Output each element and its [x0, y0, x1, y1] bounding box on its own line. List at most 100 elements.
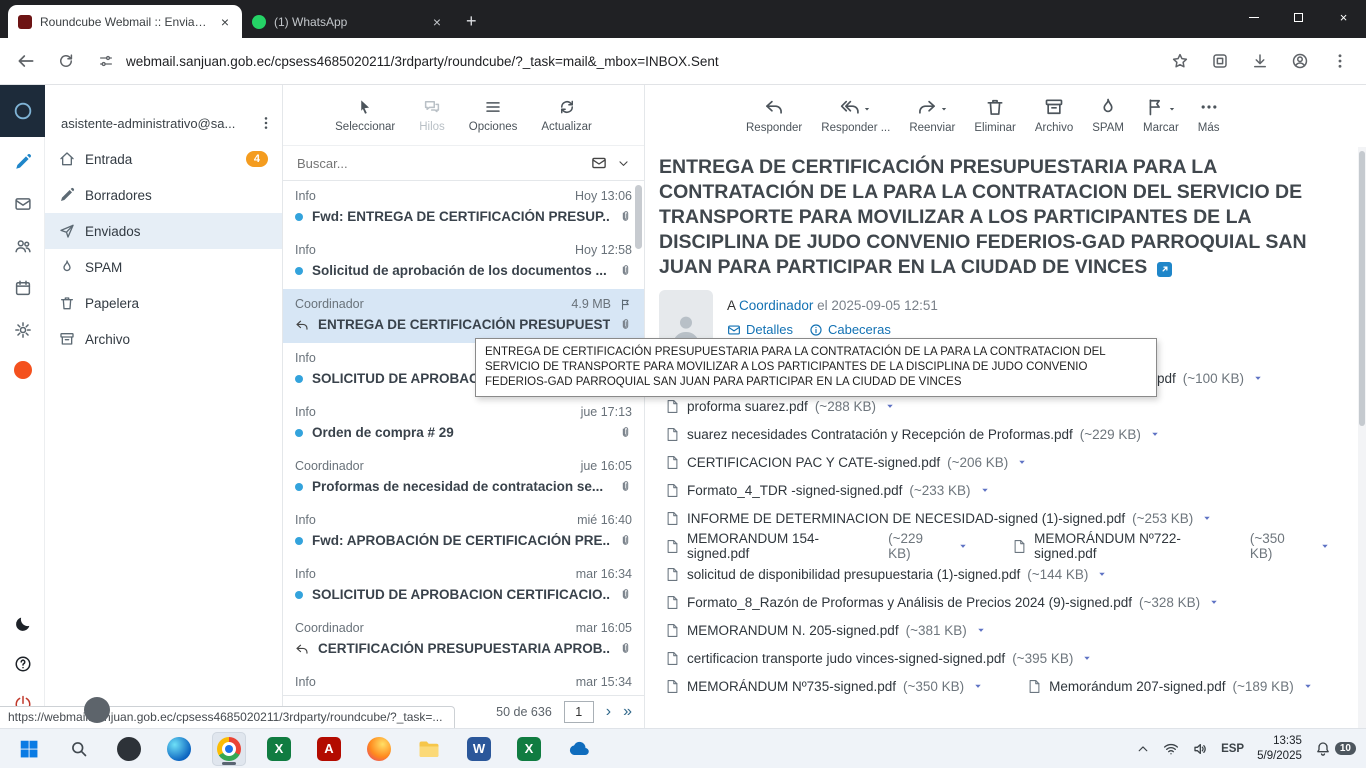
mark-button[interactable]: Marcar	[1134, 97, 1188, 134]
folder-enviados[interactable]: Enviados	[45, 213, 282, 249]
attachment-menu-caret-icon[interactable]	[1017, 457, 1027, 467]
file-explorer-icon[interactable]	[412, 732, 446, 766]
wifi-icon[interactable]	[1163, 741, 1179, 757]
attachment-menu-caret-icon[interactable]	[1097, 569, 1107, 579]
message-row[interactable]: Infojue 17:13 Orden de compra # 29	[283, 397, 644, 451]
folder-entrada[interactable]: Entrada 4	[45, 141, 282, 177]
attachment-item[interactable]: MEMORÁNDUM Nº735-signed.pdf(~350 KB)	[665, 679, 983, 694]
back-button[interactable]	[8, 44, 44, 78]
language-indicator[interactable]: ESP	[1221, 743, 1244, 755]
last-page-button[interactable]: »	[623, 704, 632, 720]
next-page-button[interactable]: ›	[606, 704, 611, 720]
downloads-icon[interactable]	[1242, 44, 1278, 78]
account-menu-icon[interactable]	[258, 115, 274, 131]
attachment-menu-caret-icon[interactable]	[1253, 373, 1263, 383]
attachment-menu-caret-icon[interactable]	[976, 625, 986, 635]
help-icon[interactable]	[0, 655, 45, 673]
mail-nav-icon[interactable]	[0, 195, 45, 213]
start-button[interactable]	[12, 732, 46, 766]
search-input[interactable]	[297, 156, 581, 171]
message-row[interactable]: Coordinadorjue 16:05 Proformas de necesi…	[283, 451, 644, 505]
select-button[interactable]: Seleccionar	[327, 98, 403, 133]
word-icon[interactable]: W	[462, 732, 496, 766]
message-row[interactable]: Infomar 16:34 SOLICITUD DE APROBACION CE…	[283, 559, 644, 613]
address-bar[interactable]: webmail.sanjuan.gob.ec/cpsess4685020211/…	[88, 44, 1158, 78]
message-row[interactable]: Infomar 15:34	[283, 667, 644, 695]
copilot-icon[interactable]	[112, 732, 146, 766]
extensions-icon[interactable]	[1202, 44, 1238, 78]
headers-link[interactable]: Cabeceras	[809, 322, 891, 337]
folder-archivo[interactable]: Archivo	[45, 321, 282, 357]
attachment-menu-caret-icon[interactable]	[973, 681, 983, 691]
attachment-item[interactable]: INFORME DE DETERMINACION DE NECESIDAD-si…	[665, 511, 1212, 526]
message-row-selected[interactable]: Coordinador4.9 MB ENTREGA DE CERTIFICACI…	[283, 289, 644, 343]
attachment-menu-caret-icon[interactable]	[1202, 513, 1212, 523]
delete-button[interactable]: Eliminar	[965, 97, 1025, 134]
dropdown-caret-icon[interactable]	[863, 105, 871, 113]
details-link[interactable]: Detalles	[727, 322, 793, 337]
forward-button[interactable]: Reenviar	[900, 97, 964, 134]
folder-spam[interactable]: SPAM	[45, 249, 282, 285]
more-button[interactable]: Más	[1189, 97, 1229, 134]
folder-borradores[interactable]: Borradores	[45, 177, 282, 213]
taskbar-search-icon[interactable]	[62, 732, 96, 766]
attachment-menu-caret-icon[interactable]	[1150, 429, 1160, 439]
message-row[interactable]: Coordinadormar 16:05 CERTIFICACIÓN PRESU…	[283, 613, 644, 667]
acrobat-icon[interactable]: A	[312, 732, 346, 766]
minimize-button[interactable]	[1231, 0, 1276, 34]
tab-close-icon[interactable]: ×	[218, 15, 232, 29]
message-row[interactable]: Infomié 16:40 Fwd: APROBACIÓN DE CERTIFI…	[283, 505, 644, 559]
recipient-link[interactable]: Coordinador	[739, 298, 813, 313]
browser-menu-icon[interactable]	[1322, 44, 1358, 78]
page-number-input[interactable]	[564, 701, 594, 723]
open-in-new-window-icon[interactable]	[1157, 262, 1172, 277]
message-row[interactable]: InfoHoy 13:06 Fwd: ENTREGA DE CERTIFICAC…	[283, 181, 644, 235]
dark-mode-moon-icon[interactable]	[0, 615, 45, 633]
excel-icon[interactable]: X	[512, 732, 546, 766]
attachment-menu-caret-icon[interactable]	[1209, 597, 1219, 607]
attachment-menu-caret-icon[interactable]	[958, 541, 968, 551]
attachment-item[interactable]: Formato_8_Razón de Proformas y Análisis …	[665, 595, 1219, 610]
tab-close-icon[interactable]: ×	[430, 15, 444, 29]
archive-button[interactable]: Archivo	[1026, 97, 1082, 134]
attachment-item[interactable]: Memorándum 207-signed.pdf(~189 KB)	[1027, 679, 1313, 694]
folder-papelera[interactable]: Papelera	[45, 285, 282, 321]
attachment-menu-caret-icon[interactable]	[980, 485, 990, 495]
floating-widget-button[interactable]	[84, 697, 110, 723]
dropdown-caret-icon[interactable]	[940, 105, 948, 113]
maximize-button[interactable]	[1276, 0, 1321, 34]
dropdown-caret-icon[interactable]	[1168, 105, 1176, 113]
notification-bell[interactable]: 10	[1315, 741, 1356, 757]
spam-button[interactable]: SPAM	[1083, 97, 1133, 134]
attachment-menu-caret-icon[interactable]	[885, 401, 895, 411]
url-text[interactable]: webmail.sanjuan.gob.ec/cpsess4685020211/…	[126, 54, 719, 69]
attachment-item[interactable]: MEMORANDUM N. 205-signed.pdf(~381 KB)	[665, 623, 986, 638]
calendar-nav-icon[interactable]	[0, 279, 45, 297]
new-tab-button[interactable]: +	[454, 11, 489, 38]
flag-icon[interactable]	[619, 298, 632, 311]
hidden-icons-chevron[interactable]	[1136, 742, 1150, 756]
contacts-nav-icon[interactable]	[0, 237, 45, 255]
bookmark-star-icon[interactable]	[1162, 44, 1198, 78]
attachment-item[interactable]: proforma suarez.pdf(~288 KB)	[665, 399, 895, 414]
attachment-menu-caret-icon[interactable]	[1082, 653, 1092, 663]
threads-button[interactable]: Hilos	[411, 98, 453, 133]
tab-roundcube[interactable]: Roundcube Webmail :: Enviados ×	[8, 5, 242, 38]
onedrive-icon[interactable]	[562, 732, 596, 766]
attachment-item[interactable]: CERTIFICACION PAC Y CATE-signed.pdf(~206…	[665, 455, 1027, 470]
site-logo[interactable]	[0, 85, 45, 137]
reload-button[interactable]	[48, 44, 84, 78]
taskbar-clock[interactable]: 13:35 5/9/2025	[1257, 734, 1302, 764]
tab-whatsapp[interactable]: (1) WhatsApp ×	[242, 5, 454, 38]
attachment-item[interactable]: certificacion transporte judo vinces-sig…	[665, 651, 1092, 666]
message-scrollbar-thumb[interactable]	[1359, 151, 1365, 426]
search-scope-envelope-icon[interactable]	[591, 155, 607, 171]
edge-icon[interactable]	[162, 732, 196, 766]
cpanel-icon[interactable]	[0, 361, 45, 379]
profile-icon[interactable]	[1282, 44, 1318, 78]
options-button[interactable]: Opciones	[461, 98, 526, 133]
refresh-button[interactable]: Actualizar	[533, 98, 600, 133]
firefox-icon[interactable]	[362, 732, 396, 766]
attachment-item[interactable]: MEMORANDUM 154-signed.pdf(~229 KB)	[665, 531, 968, 561]
site-settings-icon[interactable]	[98, 53, 114, 69]
